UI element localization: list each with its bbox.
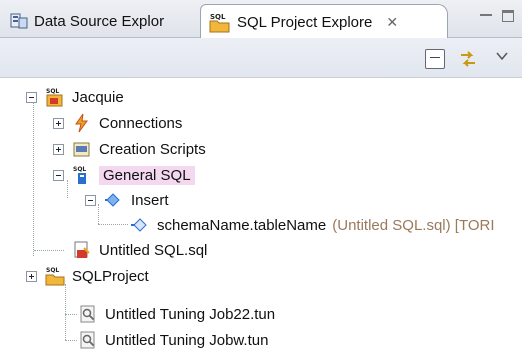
ddl-scripts-icon <box>73 142 90 157</box>
svg-text:SQL: SQL <box>46 88 59 95</box>
tree-item-label: General SQL <box>99 165 195 185</box>
view-toolbar <box>0 38 522 78</box>
tree-item-schema-table[interactable]: schemaName.tableName (Untitled SQL.sql) … <box>130 213 495 237</box>
tree-item-label: Untitled Tuning Jobw.tun <box>105 331 269 349</box>
insert-statement-icon <box>105 193 120 207</box>
tree-guide <box>33 96 34 256</box>
tree-guide <box>65 340 77 341</box>
tree-item-tuning-jobw[interactable]: Untitled Tuning Jobw.tun <box>78 328 268 351</box>
tree-item-jacquie[interactable]: SQL Jacquie <box>26 85 124 109</box>
tree-item-label: SQLProject <box>72 267 149 285</box>
collapse-toggle-icon[interactable] <box>85 194 96 206</box>
expand-toggle-icon[interactable] <box>53 117 64 129</box>
project-tree: SQL Jacquie Connections Creation Scripts… <box>0 78 522 351</box>
tree-guide <box>65 314 77 315</box>
expand-toggle-icon[interactable] <box>53 143 64 155</box>
sql-statement-folder-icon: SQL <box>73 166 86 184</box>
view-menu-icon[interactable] <box>496 50 508 62</box>
collapse-toggle-icon[interactable] <box>26 91 37 103</box>
tree-item-label: Untitled Tuning Job22.tun <box>105 305 276 323</box>
sql-file-icon <box>74 241 90 258</box>
window-controls <box>478 8 516 24</box>
tree-item-untitled-sql[interactable]: Untitled SQL.sql <box>72 238 207 262</box>
tree-item-label: Creation Scripts <box>99 140 206 158</box>
tree-item-label: schemaName.tableName <box>157 216 327 234</box>
tab-data-source-explorer[interactable]: Data Source Explor <box>2 4 198 38</box>
svg-text:SQL: SQL <box>210 13 226 21</box>
sql-project-folder-icon: SQL <box>45 267 65 286</box>
tree-item-label: Insert <box>131 191 169 209</box>
collapse-toggle-icon[interactable] <box>53 169 64 181</box>
tree-guide <box>65 284 66 340</box>
tab-sql-project-label: SQL Project Explore <box>237 13 373 31</box>
close-icon[interactable]: ✕ <box>386 14 398 31</box>
view-tab-bar: Data Source Explor SQL SQL Project Explo… <box>0 0 522 39</box>
link-with-editor-icon[interactable] <box>458 49 478 69</box>
table-reference-icon <box>131 218 147 232</box>
tree-guide <box>34 250 64 251</box>
sql-project-icon: SQL <box>209 13 230 33</box>
minimize-icon[interactable] <box>478 8 494 24</box>
svg-text:SQL: SQL <box>73 166 86 173</box>
tree-item-creation-scripts[interactable]: Creation Scripts <box>53 137 206 161</box>
tree-guide <box>98 224 128 225</box>
sql-database-folder-icon: SQL <box>46 88 63 107</box>
tree-item-decoration: (Untitled SQL.sql) [TORI <box>332 216 495 234</box>
tuning-job-icon <box>80 331 95 349</box>
collapse-all-icon[interactable] <box>425 49 445 69</box>
tree-item-insert[interactable]: Insert <box>85 188 169 212</box>
lightning-icon <box>75 113 88 133</box>
tree-item-label: Connections <box>99 114 183 132</box>
tree-item-label: Untitled SQL.sql <box>99 241 208 259</box>
maximize-icon[interactable] <box>500 8 516 24</box>
tree-item-connections[interactable]: Connections <box>53 111 182 135</box>
tree-item-tuning-job22[interactable]: Untitled Tuning Job22.tun <box>78 302 275 326</box>
tree-item-general-sql[interactable]: SQL General SQL <box>53 163 195 187</box>
tab-data-source-label: Data Source Explor <box>34 12 165 30</box>
tree-item-label: Jacquie <box>72 88 124 106</box>
svg-text:SQL: SQL <box>46 267 59 274</box>
tuning-job-icon <box>80 305 95 323</box>
expand-toggle-icon[interactable] <box>26 270 37 282</box>
tab-sql-project-explorer[interactable]: SQL SQL Project Explore ✕ <box>200 4 448 39</box>
data-source-icon <box>10 13 28 29</box>
tree-item-sqlproject[interactable]: SQL SQLProject <box>26 264 149 288</box>
